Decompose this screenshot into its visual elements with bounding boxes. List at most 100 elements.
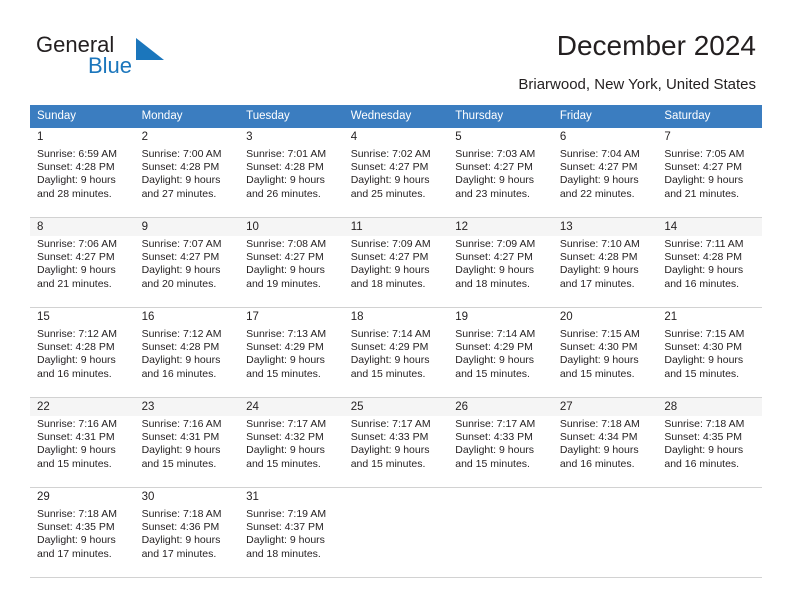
daylight-text-line2: and 26 minutes.	[246, 187, 321, 200]
day-cell[interactable]: 24 Sunrise: 7:17 AM Sunset: 4:32 PM Dayligh…	[239, 398, 344, 487]
location-subtitle: Briarwood, New York, United States	[518, 76, 756, 93]
daylight-text-line2: and 16 minutes.	[664, 457, 740, 470]
day-cell[interactable]: 30 Sunrise: 7:18 AM Sunset: 4:36 PM Dayligh…	[135, 488, 240, 577]
day-cell[interactable]: 8 Sunrise: 7:06 AM Sunset: 4:27 PM Daylight…	[30, 218, 135, 307]
day-cell[interactable]: 18 Sunrise: 7:14 AM Sunset: 4:29 PM Dayligh…	[344, 308, 449, 397]
daylight-text-line1: Daylight: 9 hours	[559, 444, 639, 457]
daylight-text-line1: Daylight: 9 hours	[141, 174, 221, 187]
sunset-text: Sunset: 4:27 PM	[246, 251, 324, 264]
sunset-text: Sunset: 4:28 PM	[37, 341, 115, 354]
day-number: 30	[141, 491, 155, 503]
daylight-text-line1: Daylight: 9 hours	[141, 354, 221, 367]
day-number: 25	[350, 401, 364, 413]
sunrise-text: Sunrise: 7:11 AM	[664, 238, 744, 250]
sunrise-text: Sunrise: 7:18 AM	[664, 418, 745, 430]
calendar-page: General Blue December 2024 Briarwood, Ne…	[0, 0, 792, 612]
sunrise-text: Sunrise: 7:18 AM	[559, 418, 640, 430]
sunrise-text: Sunrise: 7:03 AM	[455, 148, 536, 160]
day-cell[interactable]: 29 Sunrise: 7:18 AM Sunset: 4:35 PM Dayligh…	[30, 488, 135, 577]
daylight-text-line2: and 16 minutes.	[664, 277, 740, 290]
day-cell[interactable]: 28 Sunrise: 7:18 AM Sunset: 4:35 PM Dayligh…	[657, 398, 762, 487]
sunrise-text: Sunrise: 7:14 AM	[350, 328, 431, 340]
day-cell[interactable]: 12 Sunrise: 7:09 AM Sunset: 4:27 PM Dayligh…	[448, 218, 553, 307]
day-cell[interactable]: 20 Sunrise: 7:15 AM Sunset: 4:30 PM Dayligh…	[553, 308, 658, 397]
sunset-text: Sunset: 4:27 PM	[141, 251, 220, 264]
day-cell[interactable]: 25 Sunrise: 7:17 AM Sunset: 4:33 PM Dayligh…	[343, 398, 449, 487]
day-cell[interactable]: 21 Sunrise: 7:15 AM Sunset: 4:30 PM Dayligh…	[657, 308, 762, 397]
brand-name-blue: Blue	[88, 53, 133, 78]
daylight-text-line2: and 16 minutes.	[37, 367, 112, 380]
sunrise-text: Sunrise: 7:17 AM	[455, 418, 536, 430]
daylight-text-line2: and 15 minutes.	[664, 367, 740, 380]
day-cell[interactable]: 27 Sunrise: 7:18 AM Sunset: 4:34 PM Dayligh…	[552, 398, 658, 487]
day-cell[interactable]: 3 Sunrise: 7:01 AM Sunset: 4:28 PM Daylight…	[239, 128, 344, 217]
sunrise-text: Sunrise: 7:17 AM	[350, 418, 431, 430]
sunset-text: Sunset: 4:30 PM	[559, 341, 638, 354]
day-cell[interactable]: 17 Sunrise: 7:13 AM Sunset: 4:29 PM Dayligh…	[239, 308, 344, 397]
sunrise-text: Sunrise: 7:08 AM	[246, 238, 327, 250]
day-cell[interactable]: 9 Sunrise: 7:07 AM Sunset: 4:27 PM Daylight…	[134, 218, 240, 307]
day-cell[interactable]: 16 Sunrise: 7:12 AM Sunset: 4:28 PM Dayligh…	[135, 308, 240, 397]
sunset-text: Sunset: 4:31 PM	[141, 431, 220, 444]
day-cell[interactable]: 1 Sunrise: 6:59 AM Sunset: 4:28 PM Daylight…	[30, 128, 135, 217]
day-cell[interactable]: 5 Sunrise: 7:03 AM Sunset: 4:27 PM Daylight…	[448, 128, 553, 217]
day-cell[interactable]: 11 Sunrise: 7:09 AM Sunset: 4:27 PM Dayligh…	[343, 218, 449, 307]
sunset-text: Sunset: 4:33 PM	[455, 431, 533, 444]
daylight-text-line1: Daylight: 9 hours	[37, 354, 116, 367]
sunset-text: Sunset: 4:27 PM	[37, 251, 115, 264]
day-cell[interactable]: 22 Sunrise: 7:16 AM Sunset: 4:31 PM Dayligh…	[30, 398, 135, 487]
daylight-text-line1: Daylight: 9 hours	[455, 264, 535, 277]
sunset-text: Sunset: 4:36 PM	[141, 521, 220, 534]
day-cell[interactable]: 15 Sunrise: 7:12 AM Sunset: 4:28 PM Dayligh…	[30, 308, 135, 397]
calendar-week-row: 1 Sunrise: 6:59 AM Sunset: 4:28 PM Daylight…	[30, 128, 762, 218]
daylight-text-line1: Daylight: 9 hours	[141, 534, 221, 547]
daylight-text-line2: and 18 minutes.	[455, 277, 530, 290]
weekday-header-friday: Friday	[559, 110, 592, 122]
blue-triangle-logo-icon	[134, 36, 166, 61]
day-cell[interactable]: 13 Sunrise: 7:10 AM Sunset: 4:28 PM Dayligh…	[552, 218, 658, 307]
sunset-text: Sunset: 4:32 PM	[246, 431, 324, 444]
day-cell[interactable]: 31 Sunrise: 7:19 AM Sunset: 4:37 PM Dayligh…	[239, 488, 344, 577]
sunset-text: Sunset: 4:27 PM	[455, 251, 533, 264]
day-number: 8	[37, 221, 44, 233]
sunset-text: Sunset: 4:29 PM	[246, 341, 324, 354]
daylight-text-line2: and 15 minutes.	[559, 367, 635, 380]
day-number: 16	[141, 311, 155, 323]
daylight-text-line2: and 21 minutes.	[37, 277, 112, 290]
day-cell-empty	[344, 488, 449, 577]
calendar-week-row: 15 Sunrise: 7:12 AM Sunset: 4:28 PM Dayligh…	[30, 308, 762, 398]
daylight-text-line1: Daylight: 9 hours	[455, 444, 535, 457]
day-cell[interactable]: 2 Sunrise: 7:00 AM Sunset: 4:28 PM Daylight…	[135, 128, 240, 217]
day-cell[interactable]: 6 Sunrise: 7:04 AM Sunset: 4:27 PM Daylight…	[553, 128, 658, 217]
daylight-text-line2: and 15 minutes.	[37, 457, 112, 470]
daylight-text-line2: and 22 minutes.	[559, 187, 635, 200]
day-cell[interactable]: 10 Sunrise: 7:08 AM Sunset: 4:27 PM Dayligh…	[239, 218, 344, 307]
daylight-text-line1: Daylight: 9 hours	[350, 354, 430, 367]
day-cell[interactable]: 26 Sunrise: 7:17 AM Sunset: 4:33 PM Dayligh…	[448, 398, 553, 487]
daylight-text-line1: Daylight: 9 hours	[350, 444, 430, 457]
daylight-text-line2: and 18 minutes.	[246, 547, 321, 560]
day-cell[interactable]: 19 Sunrise: 7:14 AM Sunset: 4:29 PM Dayligh…	[448, 308, 553, 397]
general-blue-logo[interactable]: General Blue	[36, 33, 216, 85]
sunrise-text: Sunrise: 7:18 AM	[37, 508, 117, 520]
weekday-header-tuesday: Tuesday	[246, 110, 290, 122]
day-cell[interactable]: 4 Sunrise: 7:02 AM Sunset: 4:27 PM Daylight…	[344, 128, 449, 217]
day-number: 1	[37, 131, 44, 143]
daylight-text-line1: Daylight: 9 hours	[455, 354, 535, 367]
sunrise-text: Sunrise: 7:12 AM	[37, 328, 117, 340]
sunset-text: Sunset: 4:35 PM	[37, 521, 115, 534]
sunset-text: Sunset: 4:27 PM	[455, 161, 533, 174]
sunset-text: Sunset: 4:27 PM	[559, 161, 638, 174]
daylight-text-line2: and 15 minutes.	[350, 457, 426, 470]
sunrise-text: Sunrise: 7:15 AM	[664, 328, 745, 340]
daylight-text-line1: Daylight: 9 hours	[37, 174, 116, 187]
page-title: December 2024	[556, 30, 756, 61]
day-number: 20	[559, 311, 573, 323]
day-cell[interactable]: 14 Sunrise: 7:11 AM Sunset: 4:28 PM Dayligh…	[657, 218, 762, 307]
day-cell[interactable]: 23 Sunrise: 7:16 AM Sunset: 4:31 PM Dayligh…	[134, 398, 240, 487]
day-number: 27	[559, 401, 573, 413]
day-cell[interactable]: 7 Sunrise: 7:05 AM Sunset: 4:27 PM Daylight…	[657, 128, 762, 217]
sunrise-text: Sunrise: 7:09 AM	[455, 238, 536, 250]
sunrise-text: Sunrise: 7:19 AM	[246, 508, 327, 520]
day-number: 31	[246, 491, 259, 503]
